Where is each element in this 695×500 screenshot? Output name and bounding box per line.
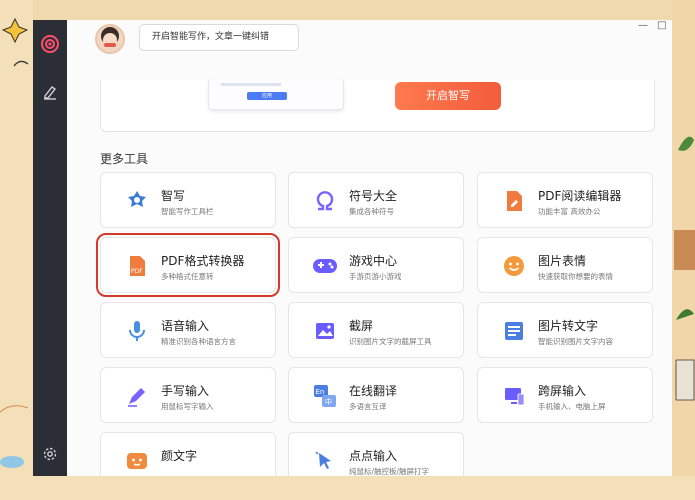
tool-card-emoji[interactable]: 图片表情 快速获取你想要的表情	[477, 237, 653, 293]
wallpaper-left	[0, 0, 33, 500]
app-window: 开启智能写作，文章一键纠错 — □ 应用 开启智写 更多工具 智写 智能写作工具…	[33, 20, 672, 476]
tool-title: 跨屏输入	[538, 384, 587, 398]
tool-desc: 精准识别各种语言方言	[161, 337, 236, 346]
tool-title: 在线翻译	[349, 384, 398, 398]
svg-text:En: En	[316, 388, 325, 396]
tool-title: PDF阅读编辑器	[538, 189, 622, 203]
svg-text:PDF: PDF	[131, 268, 143, 275]
tool-title: 点点输入	[349, 449, 398, 463]
svg-text:中: 中	[325, 397, 332, 406]
doodle-decoration-icon	[0, 17, 29, 468]
tool-card-screenshot[interactable]: 截屏 识别图片文字的截屏工具	[288, 302, 464, 358]
tool-desc: 识别图片文字的截屏工具	[349, 337, 432, 346]
screenshot-icon	[311, 317, 339, 345]
tool-card-kaomoji[interactable]: 颜文字	[100, 432, 276, 476]
plant-decoration-icon	[674, 136, 695, 401]
tool-card-image-to-text[interactable]: 图片转文字 智能识别图片文字内容	[477, 302, 653, 358]
slogan-pill[interactable]: 开启智能写作，文章一键纠错	[139, 24, 299, 51]
tool-title: 符号大全	[349, 189, 398, 203]
tool-title: 语音输入	[161, 319, 210, 333]
image-to-text-icon	[500, 317, 528, 345]
tool-title: 图片转文字	[538, 319, 599, 333]
tool-desc: 功能丰富 高效办公	[538, 207, 601, 216]
tool-desc: 多种格式任意转	[161, 272, 214, 281]
tool-card-pdf-converter[interactable]: PDF PDF格式转换器 多种格式任意转	[96, 233, 280, 297]
main-panel: 开启智能写作，文章一键纠错 — □ 应用 开启智写 更多工具 智写 智能写作工具…	[67, 20, 672, 476]
start-smart-write-button[interactable]: 开启智写	[395, 82, 501, 110]
wallpaper-bottom	[0, 476, 695, 500]
tool-title: PDF格式转换器	[161, 254, 245, 268]
tool-desc: 快速获取你想要的表情	[538, 272, 613, 281]
tool-card-smart-write[interactable]: 智写 智能写作工具栏	[100, 172, 276, 228]
sidebar-home-button[interactable]	[38, 32, 62, 56]
translate-icon: En 中	[311, 382, 339, 410]
smart-write-icon	[123, 187, 151, 215]
minimize-button[interactable]: —	[638, 20, 648, 31]
promo-banner: 应用 开启智写	[100, 80, 655, 132]
cursor-click-icon	[311, 447, 339, 475]
edit-icon	[44, 86, 57, 100]
tool-desc: 手游页游小游戏	[349, 272, 402, 281]
target-logo-icon	[41, 35, 59, 53]
tool-title: 游戏中心	[349, 254, 398, 268]
tool-title: 手写输入	[161, 384, 210, 398]
tool-card-cross-screen[interactable]: 跨屏输入 手机输入、电脑上屏	[477, 367, 653, 423]
pdf-converter-icon: PDF	[123, 252, 151, 280]
promo-preview-image: 应用	[208, 80, 344, 110]
tool-title: 智写	[161, 189, 186, 203]
tool-card-click-input[interactable]: 点点输入 纯鼠标/触控板/触屏打字	[288, 432, 464, 476]
pen-icon	[123, 382, 151, 410]
tools-grid: 智写 智能写作工具栏 符号大全 集成各种符号 PDF阅读编辑器 功能丰富 高效办…	[96, 172, 655, 476]
tool-desc: 多语言互译	[349, 402, 387, 411]
gear-icon	[43, 447, 57, 461]
avatar-face-icon	[101, 27, 119, 47]
wallpaper-right	[672, 0, 695, 500]
sidebar-write-button[interactable]	[38, 80, 62, 104]
tool-title: 颜文字	[161, 449, 198, 463]
tool-desc: 智能写作工具栏	[161, 207, 214, 216]
emoji-icon	[500, 252, 528, 280]
tool-desc: 纯鼠标/触控板/触屏打字	[349, 467, 430, 476]
wallpaper-top	[0, 0, 695, 20]
tool-card-pdf-editor[interactable]: PDF阅读编辑器 功能丰富 高效办公	[477, 172, 653, 228]
cross-screen-icon	[500, 382, 528, 410]
pdf-editor-icon	[500, 187, 528, 215]
microphone-icon	[123, 317, 151, 345]
omega-symbol-icon	[311, 187, 339, 215]
tool-desc: 手机输入、电脑上屏	[538, 402, 606, 411]
gamepad-icon	[311, 252, 339, 280]
section-title: 更多工具	[100, 152, 149, 166]
tool-desc: 集成各种符号	[349, 207, 394, 216]
tool-card-handwriting[interactable]: 手写输入 用鼠标写字输入	[100, 367, 276, 423]
top-bar: 开启智能写作，文章一键纠错 — □	[67, 20, 672, 62]
tool-title: 截屏	[349, 319, 374, 333]
tool-card-voice-input[interactable]: 语音输入 精准识别各种语言方言	[100, 302, 276, 358]
preview-line	[221, 83, 281, 86]
tool-card-game-center[interactable]: 游戏中心 手游页游小游戏	[288, 237, 464, 293]
kaomoji-icon	[123, 447, 151, 475]
tool-title: 图片表情	[538, 254, 587, 268]
maximize-button[interactable]: □	[657, 20, 666, 31]
sidebar	[33, 20, 67, 476]
tool-desc: 用鼠标写字输入	[161, 402, 214, 411]
tool-card-translate[interactable]: En 中 在线翻译 多语言互译	[288, 367, 464, 423]
tool-desc: 智能识别图片文字内容	[538, 337, 613, 346]
preview-mini-button: 应用	[247, 92, 287, 100]
sidebar-settings-button[interactable]	[38, 442, 62, 466]
avatar[interactable]	[95, 24, 125, 54]
tool-card-symbols[interactable]: 符号大全 集成各种符号	[288, 172, 464, 228]
